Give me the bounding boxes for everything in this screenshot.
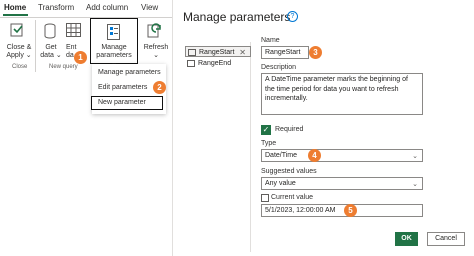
- callout-2: 2: [153, 81, 166, 94]
- get-data-label-1: Get: [45, 44, 57, 51]
- parameter-name: RangeStart: [199, 49, 235, 56]
- manage-parameters-label-1: Manage: [101, 44, 127, 51]
- table-icon: [66, 23, 81, 37]
- tab-home[interactable]: Home: [4, 3, 26, 12]
- parameter-icon: [187, 60, 195, 67]
- ribbon-divider: [35, 20, 36, 72]
- type-label: Type: [261, 140, 277, 147]
- group-label-close: Close: [12, 64, 28, 70]
- tab-add-column[interactable]: Add column: [86, 3, 128, 12]
- parameter-list: RangeStart ✕ RangeEnd: [181, 42, 251, 252]
- ribbon: Home Transform Add column View Close & A…: [0, 0, 172, 256]
- required-checkbox[interactable]: ✓: [261, 125, 271, 135]
- current-value-label: Current value: [271, 194, 314, 201]
- tab-transform[interactable]: Transform: [38, 3, 74, 12]
- refresh-label-1: Refresh: [143, 44, 169, 51]
- name-label: Name: [261, 37, 280, 44]
- callout-1: 1: [74, 51, 87, 64]
- description-textarea[interactable]: A DateTime parameter marks the beginning…: [261, 73, 423, 115]
- tab-view[interactable]: View: [141, 3, 158, 12]
- ok-button[interactable]: OK: [395, 232, 418, 246]
- suggested-values-select[interactable]: Any value ⌄: [261, 177, 423, 190]
- parameter-icon: [188, 49, 196, 56]
- help-icon[interactable]: ?: [287, 11, 298, 22]
- current-value-icon: [261, 194, 269, 202]
- parameter-name: RangeEnd: [198, 60, 232, 67]
- required-label: Required: [275, 126, 304, 133]
- refresh-label-2: ⌄: [153, 52, 159, 59]
- type-select-value: Date/Time: [265, 152, 298, 159]
- menu-item-new-parameter[interactable]: New parameter: [91, 96, 163, 110]
- callout-5: 5: [344, 204, 357, 217]
- tab-home-underline: [3, 14, 28, 16]
- parameter-item-rangeend[interactable]: RangeEnd: [185, 58, 251, 69]
- group-label-new-query: New query: [49, 64, 78, 70]
- cancel-button[interactable]: Cancel: [427, 232, 465, 246]
- delete-parameter-icon[interactable]: ✕: [239, 47, 246, 58]
- callout-4: 4: [308, 149, 321, 162]
- ribbon-tabs: Home Transform Add column View: [0, 0, 172, 17]
- type-select[interactable]: Date/Time ⌄: [261, 149, 423, 162]
- menu-item-manage-parameters[interactable]: Manage parameters: [92, 66, 166, 80]
- close-apply-label-1: Close &: [6, 44, 32, 51]
- database-icon: [44, 23, 56, 39]
- close-apply-icon: [10, 23, 23, 37]
- suggested-values-label: Suggested values: [261, 168, 317, 175]
- current-value-input[interactable]: 5/1/2023, 12:00:00 AM: [261, 204, 423, 217]
- description-label: Description: [261, 64, 297, 71]
- suggested-values-value: Any value: [265, 180, 296, 187]
- refresh-icon: [147, 23, 161, 38]
- enter-data-label-1: Ent: [66, 44, 77, 51]
- callout-3: 3: [309, 46, 322, 59]
- close-apply-label-2: Apply ⌄: [6, 52, 32, 59]
- get-data-label-2: data ⌄: [40, 52, 62, 59]
- chevron-down-icon: ⌄: [412, 153, 418, 160]
- name-input[interactable]: RangeStart: [261, 46, 309, 59]
- parameters-icon: [107, 24, 120, 40]
- dialog-title: Manage parameters: [183, 10, 291, 24]
- chevron-down-icon: ⌄: [412, 181, 418, 188]
- manage-parameters-dialog: Manage parameters ? RangeStart ✕ RangeEn…: [172, 0, 474, 256]
- parameter-item-rangestart[interactable]: RangeStart ✕: [185, 46, 251, 57]
